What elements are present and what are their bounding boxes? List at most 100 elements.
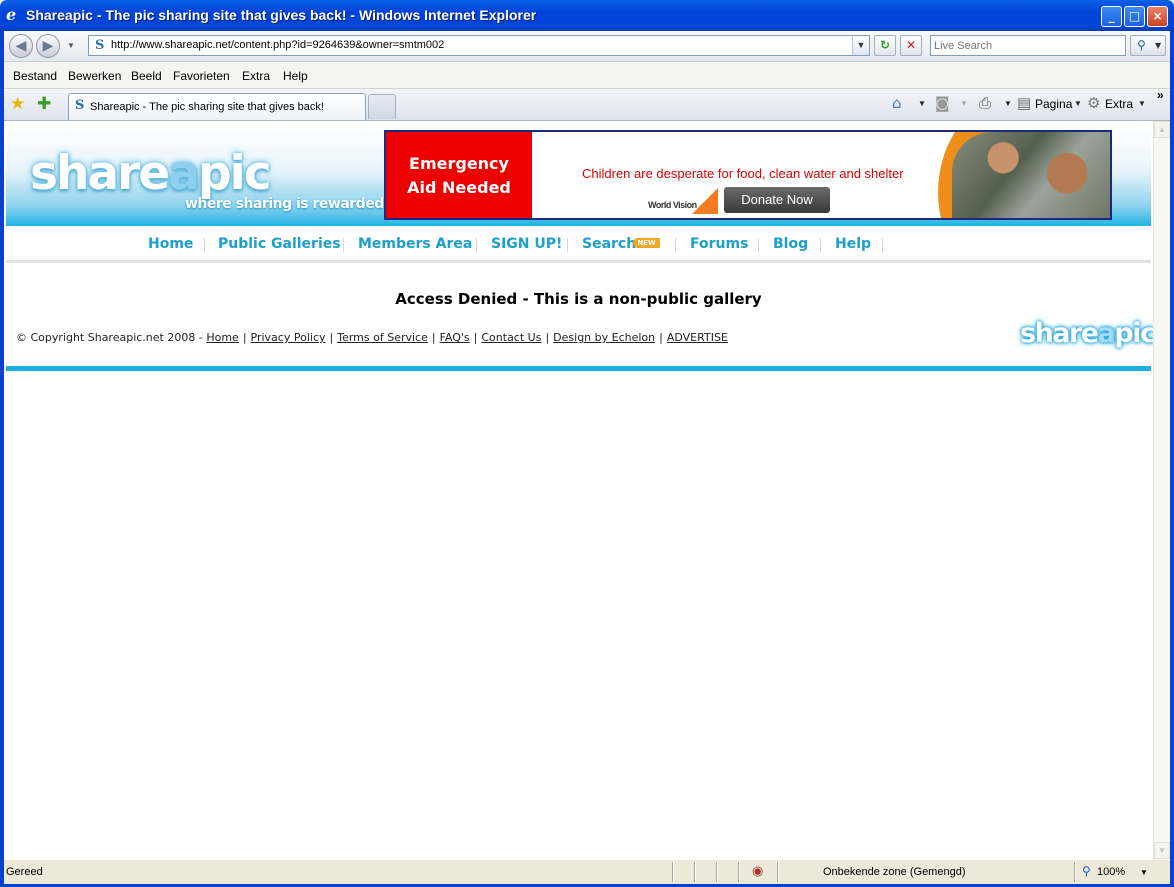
search-button[interactable]: ⚲ ▼ [1130, 35, 1166, 56]
nav-separator [204, 238, 205, 252]
tab-favicon-icon: S [75, 98, 85, 113]
search-input[interactable] [934, 37, 1122, 55]
search-options-dropdown-icon[interactable]: ▼ [1155, 36, 1161, 55]
menu-bestand[interactable]: Bestand [13, 69, 57, 83]
zoom-dropdown-icon[interactable]: ▼ [1140, 868, 1148, 877]
status-text: Gereed [6, 866, 43, 878]
status-divider [777, 862, 779, 882]
status-divider [716, 862, 718, 882]
nav-separator [343, 238, 344, 252]
footer-link-home[interactable]: Home [206, 331, 238, 344]
world-vision-ad-banner[interactable]: Emergency Aid Needed Children are desper… [384, 130, 1112, 220]
forward-arrow-icon: ▶ [42, 38, 54, 54]
minimize-button[interactable]: _ [1101, 6, 1122, 27]
ad-message: Children are desperate for food, clean w… [582, 166, 904, 181]
nav-separator [476, 238, 477, 252]
nav-separator [567, 238, 568, 252]
footer-link-privacy[interactable]: Privacy Policy [251, 331, 326, 344]
ie-icon: e [6, 5, 17, 24]
chevron-more-icon[interactable]: » [1157, 88, 1164, 102]
menu-extra[interactable]: Extra [242, 69, 270, 83]
copyright-text: © Copyright Shareapic.net 2008 - [16, 331, 203, 344]
stop-button[interactable]: ✕ [900, 35, 922, 56]
shareapic-logo[interactable]: shareapic [30, 146, 272, 201]
vertical-scrollbar[interactable]: ▲ ▼ [1153, 121, 1170, 859]
site-nav: Home Public Galleries Members Area SIGN … [6, 226, 1151, 263]
site-footer: © Copyright Shareapic.net 2008 - Home | Pr… [16, 331, 728, 344]
url-text[interactable]: http://www.shareapic.net/content.php?id=… [111, 39, 444, 51]
menu-bar: Bestand Bewerken Beeld Favorieten Extra … [4, 62, 1170, 89]
refresh-button[interactable]: ↻ [874, 35, 896, 56]
menu-beeld[interactable]: Beeld [131, 69, 162, 83]
security-zone-text: Onbekende zone (Gemengd) [823, 866, 966, 878]
nav-members-area[interactable]: Members Area [358, 236, 472, 252]
print-dropdown-icon[interactable]: ▼ [1004, 99, 1012, 108]
nav-forums[interactable]: Forums [690, 236, 748, 252]
world-vision-logo: World Vision [648, 188, 720, 214]
menu-bewerken[interactable]: Bewerken [68, 69, 121, 83]
ad-emergency-panel: Emergency Aid Needed [386, 132, 532, 218]
footer-link-contact[interactable]: Contact Us [481, 331, 541, 344]
new-tab-button[interactable] [368, 94, 396, 119]
search-box[interactable] [930, 35, 1126, 56]
tab-shareapic[interactable]: S Shareapic - The pic sharing site that … [68, 93, 366, 120]
refresh-icon: ↻ [879, 38, 891, 52]
tools-menu-label[interactable]: Extra [1105, 97, 1133, 111]
footer-link-faq[interactable]: FAQ's [440, 331, 470, 344]
nav-separator [820, 238, 821, 252]
rss-feed-icon[interactable]: ◙ [935, 94, 950, 112]
page-menu-label[interactable]: Pagina [1035, 97, 1072, 111]
nav-separator [882, 238, 883, 252]
history-dropdown-icon[interactable]: ▼ [67, 41, 75, 50]
nav-blog[interactable]: Blog [773, 236, 808, 252]
window-title: Shareapic - The pic sharing site that gi… [26, 7, 537, 23]
footer-divider [6, 366, 1151, 371]
nav-separator [758, 238, 759, 252]
feed-dropdown-icon[interactable]: ▼ [960, 99, 968, 108]
browser-window: e Shareapic - The pic sharing site that … [0, 0, 1174, 887]
page-dropdown-icon[interactable]: ▼ [1074, 99, 1082, 108]
nav-separator [675, 238, 676, 252]
nav-search[interactable]: Search [582, 236, 636, 252]
maximize-button[interactable]: □ [1124, 6, 1145, 27]
status-divider [738, 862, 740, 882]
home-dropdown-icon[interactable]: ▼ [918, 99, 926, 108]
world-vision-star-icon [692, 188, 718, 214]
privacy-report-icon[interactable]: ◉ [752, 863, 763, 879]
donate-now-button[interactable]: Donate Now [724, 187, 830, 213]
access-denied-message: Access Denied - This is a non-public gal… [395, 290, 762, 308]
address-dropdown-icon[interactable]: ▼ [852, 36, 869, 55]
address-toolbar: ◀ ▶ ▼ S http://www.shareapic.net/content… [4, 31, 1170, 62]
nav-help[interactable]: Help [835, 236, 871, 252]
nav-sign-up[interactable]: SIGN UP! [491, 236, 562, 252]
footer-shareapic-logo[interactable]: shareapic [1020, 318, 1153, 349]
footer-link-design[interactable]: Design by Echelon [553, 331, 655, 344]
forward-button[interactable]: ▶ [36, 34, 60, 58]
nav-home[interactable]: Home [148, 236, 193, 252]
new-badge: NEW [633, 238, 660, 248]
favorites-star-icon[interactable]: ★ [10, 94, 25, 114]
close-button[interactable]: × [1147, 6, 1168, 27]
back-button[interactable]: ◀ [9, 34, 33, 58]
tools-dropdown-icon[interactable]: ▼ [1138, 99, 1146, 108]
home-icon[interactable]: ⌂ [892, 94, 902, 112]
zoom-level[interactable]: 100% [1097, 866, 1125, 878]
ad-emergency-line2: Aid Needed [407, 178, 511, 197]
address-field[interactable]: S http://www.shareapic.net/content.php?i… [88, 35, 870, 56]
footer-link-terms[interactable]: Terms of Service [337, 331, 428, 344]
menu-favorieten[interactable]: Favorieten [173, 69, 230, 83]
add-favorite-icon[interactable]: ✚ [37, 94, 51, 114]
world-vision-brand: World Vision [648, 200, 697, 210]
menu-help[interactable]: Help [283, 69, 308, 83]
tools-gear-icon: ⚙ [1087, 94, 1101, 112]
nav-public-galleries[interactable]: Public Galleries [218, 236, 341, 252]
scroll-down-icon[interactable]: ▼ [1154, 842, 1170, 859]
window-border-right [1170, 31, 1174, 887]
ad-children-photo [938, 132, 1110, 218]
stop-icon: ✕ [905, 38, 917, 52]
footer-link-advertise[interactable]: ADVERTISE [667, 331, 728, 344]
scroll-up-icon[interactable]: ▲ [1154, 121, 1170, 138]
print-icon[interactable]: ⎙ [979, 94, 991, 112]
zoom-icon: ⚲ [1082, 864, 1091, 878]
ad-emergency-line1: Emergency [409, 154, 509, 173]
